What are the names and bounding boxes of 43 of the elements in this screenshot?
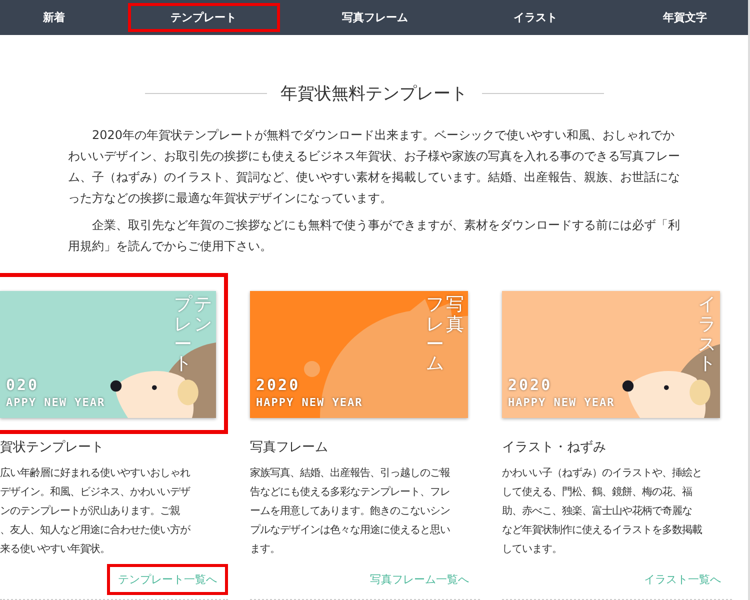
nav-link[interactable]: イラスト (470, 3, 600, 32)
card-text: 、友人、知人など用途に合わせた使い方が (0, 523, 192, 538)
card-title: 写真フレーム (250, 439, 329, 456)
nav-link[interactable]: 年賀文字 (620, 3, 748, 32)
card-image[interactable]: プレート テン 020 APPY NEW YEAR (0, 291, 216, 418)
card-text: ます。 (250, 542, 281, 557)
image-caption: プレート (174, 295, 192, 374)
card-text: かわいい子（ねずみ）のイラストや、挿絵と (502, 466, 703, 481)
card-title: イラスト・ねずみ (502, 439, 607, 456)
image-year: 2020 (508, 376, 552, 394)
image-caption: テン (194, 295, 212, 337)
image-greeting: HAPPY NEW YEAR (508, 396, 615, 409)
image-year: 2020 (256, 376, 300, 394)
list-link[interactable]: 写真フレーム一覧へ (359, 564, 480, 595)
list-link[interactable]: イラスト一覧へ (633, 564, 732, 595)
card-text: しています。 (502, 542, 563, 557)
card-text: して使える、門松、鶴、鏡餅、梅の花、福 (502, 485, 693, 500)
card-text: 告などにも使える多彩なテンプレート、フレ (250, 485, 451, 500)
nav-link[interactable]: テンプレート (128, 3, 280, 32)
intro-paragraph: 企業、取引先など年賀のご挨拶などにも無料で使う事ができますが、素材をダウンロードする前には必ず「利用規約」を読んでからご使用下さい。 (68, 217, 680, 255)
image-caption: 写真 (446, 295, 464, 337)
card-text: 広い年齢層に好まれる使いやすいおしゃれ (0, 466, 192, 481)
card-title: 賀状テンプレート (0, 439, 105, 456)
card-text: デザイン。和風、ビジネス、かわいいデザ (0, 485, 192, 500)
card-image[interactable]: フレーム 写真 2020 HAPPY NEW YEAR (250, 291, 468, 418)
card-image[interactable]: イラスト 2020 HAPPY NEW YEAR (502, 291, 720, 418)
intro-paragraph: 2020年の年賀状テンプレートが無料でダウンロード出来ます。ベーシックで使いやすい和風、おしゃれでかわいいデザイン、お取引先の挨拶にも使えるビジネス年賀状、お子様や家族の写真を入れる事のできる写真フレーム、子（ねずみ）のイラスト、賀詞など、使いやすい素材を掲載しています。結婚、出産報告、親族、お世話になった方などの挨拶に最適な年賀状デザインになっています。 (68, 127, 680, 207)
page-heading: 年賀状無料テンプレート (280, 83, 468, 105)
card-text: 助、赤べこ、独楽、富士山や花柄で奇麗な (502, 504, 693, 519)
image-caption: フレーム (426, 295, 444, 374)
image-caption: イラスト (698, 295, 716, 374)
image-year: 020 (6, 376, 40, 394)
list-link[interactable]: テンプレート一覧へ (107, 564, 228, 595)
card-text: ームを用意してあります。飽きのこないシン (250, 504, 451, 519)
card-text: 家族写真、結婚、出産報告、引っ越しのご報 (250, 466, 451, 481)
image-greeting: HAPPY NEW YEAR (256, 396, 363, 409)
image-greeting: APPY NEW YEAR (6, 396, 106, 409)
nav-link[interactable]: 写真フレーム (299, 3, 451, 32)
nav-link[interactable]: 新着 (0, 3, 108, 32)
card-text: ンのテンプレートが沢山あります。ご親 (0, 504, 181, 519)
card-text: プルなデザインは色々な用途に使えると思い (250, 523, 451, 538)
card-text: など年賀状制作に使えるイラストを多数掲載 (502, 523, 703, 538)
card-text: 来る使いやすい年賀状。 (0, 542, 111, 557)
